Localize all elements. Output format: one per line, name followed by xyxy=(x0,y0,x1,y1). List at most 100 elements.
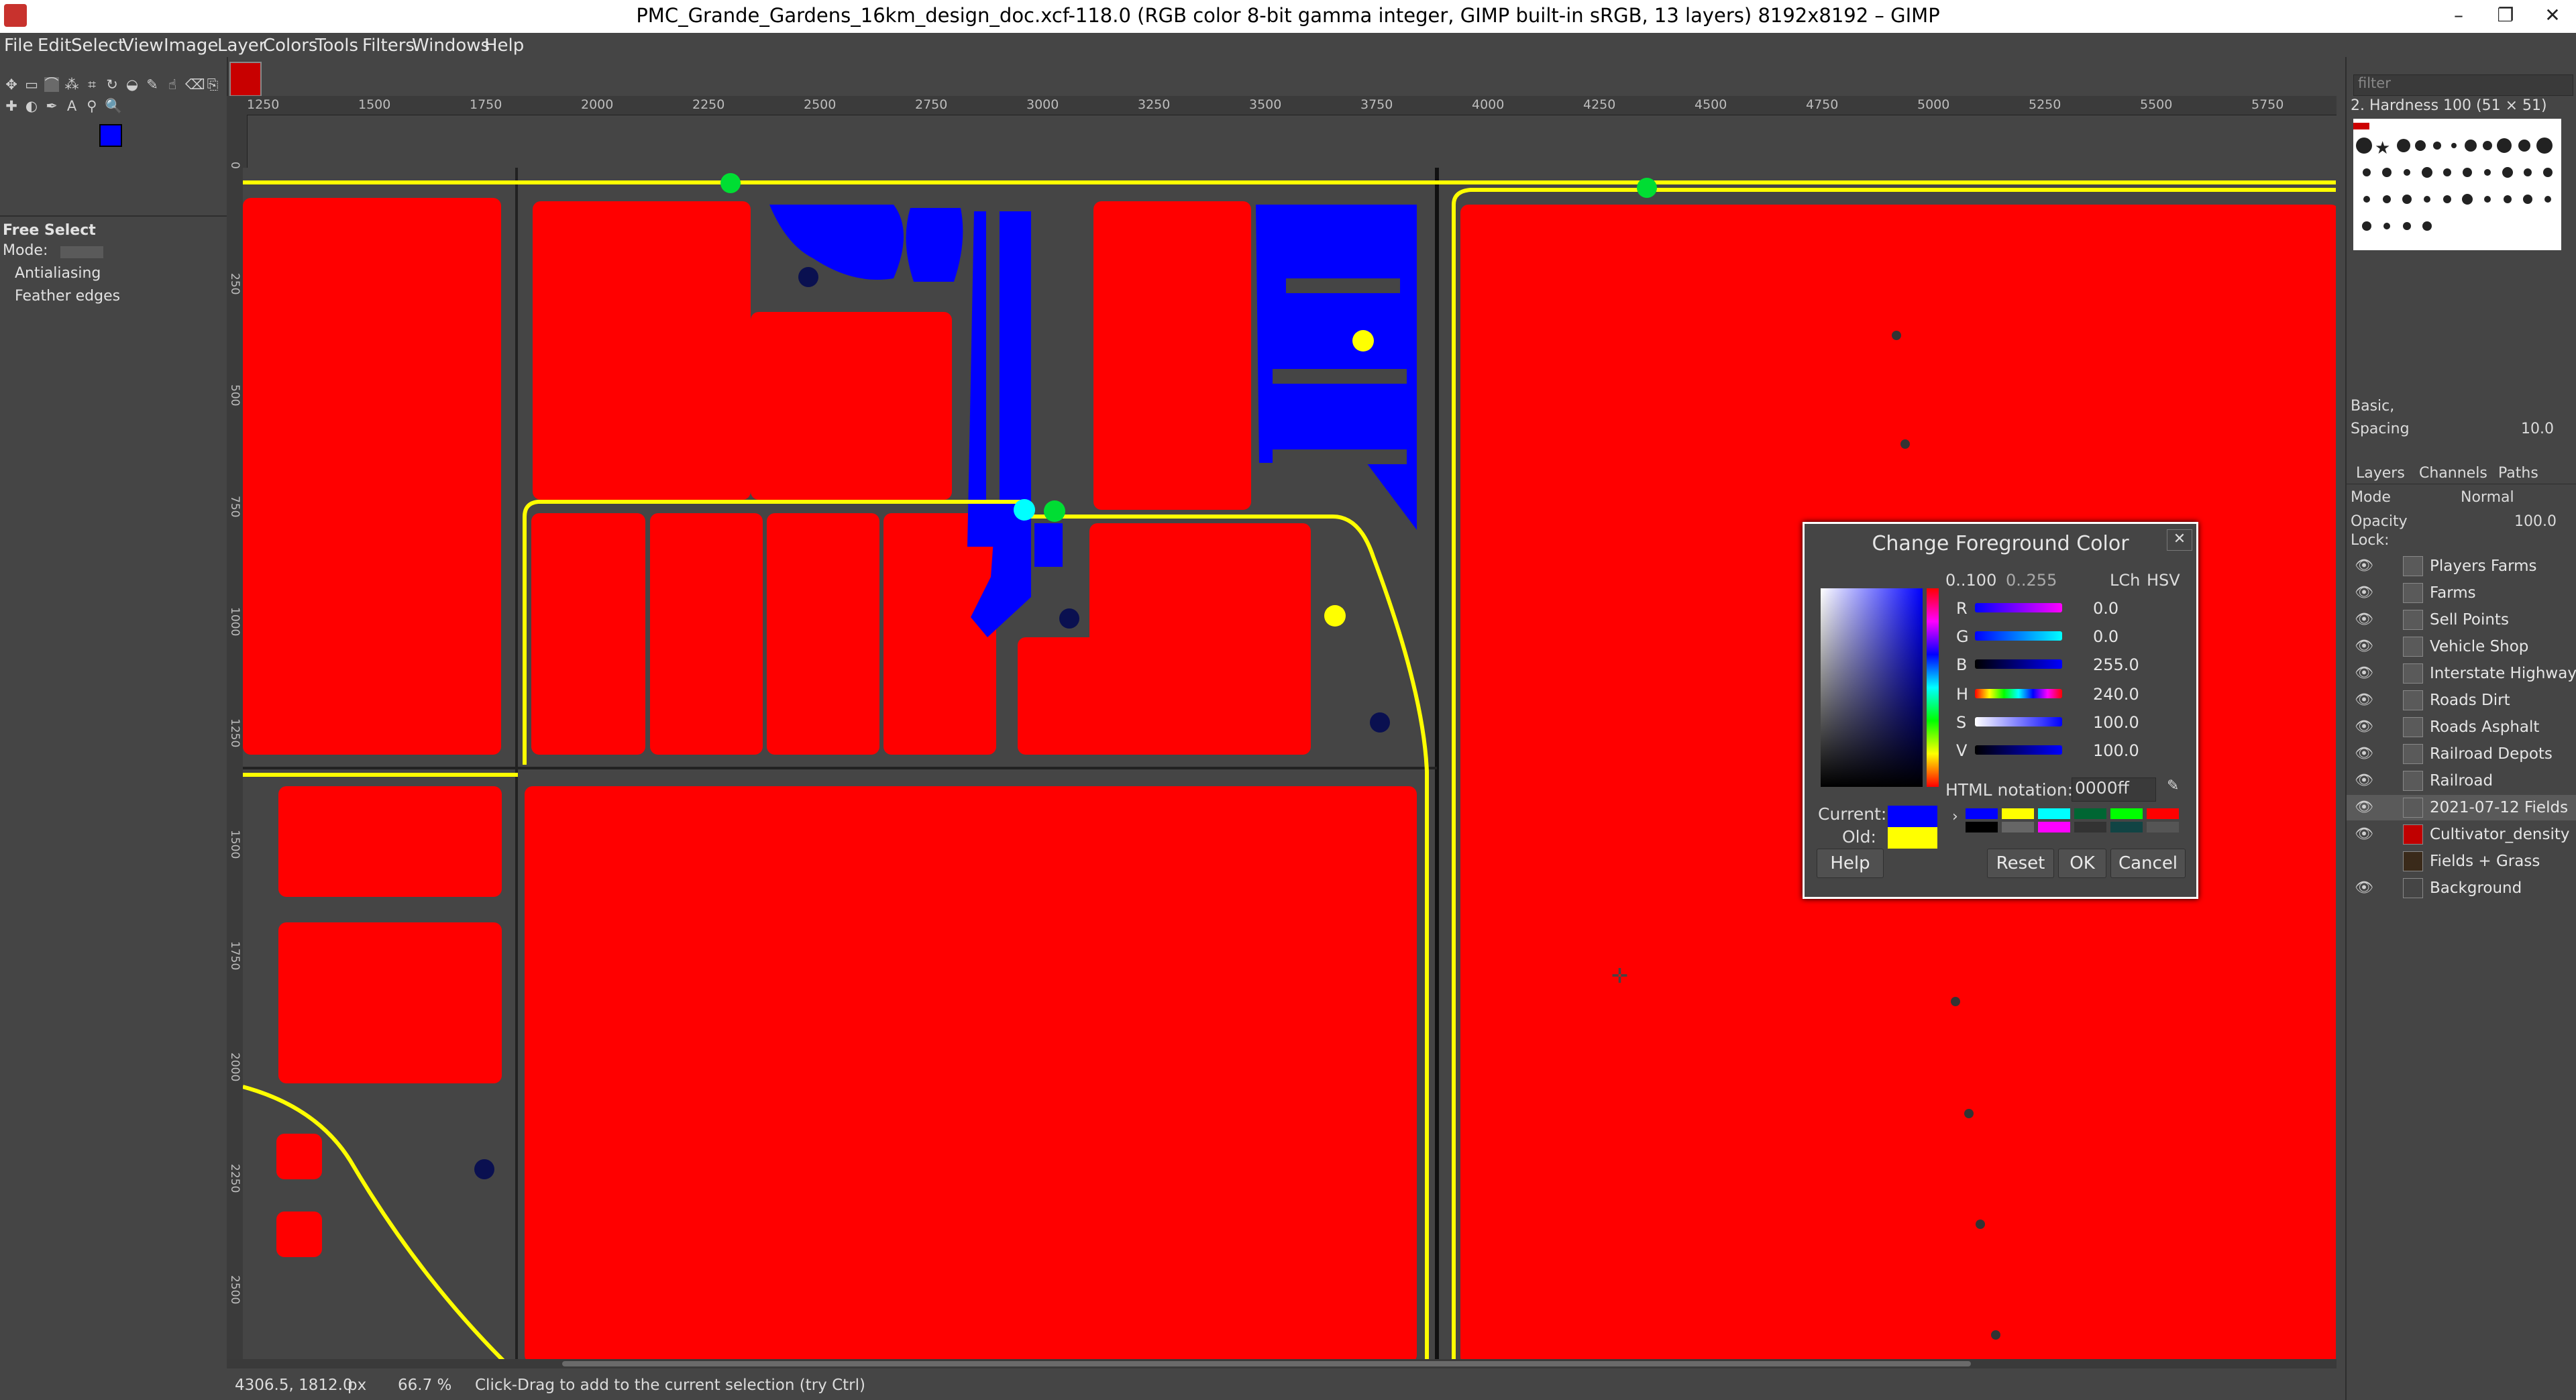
eye-icon[interactable]: 👁 xyxy=(2355,611,2373,628)
selection-mode-buttons[interactable] xyxy=(60,246,103,258)
image-tab-thumbnail[interactable] xyxy=(229,62,262,97)
minimize-button[interactable]: – xyxy=(2438,0,2479,33)
menu-colors[interactable]: Colors xyxy=(263,36,317,56)
history-swatch[interactable] xyxy=(2002,808,2034,819)
tab-channels[interactable]: Channels xyxy=(2419,465,2487,482)
channel-h-slider[interactable] xyxy=(1975,689,2062,698)
layer-row[interactable]: 👁 Roads Dirt xyxy=(2347,688,2576,713)
menu-edit[interactable]: Edit xyxy=(38,36,71,56)
color-picker-icon[interactable]: ⚲ xyxy=(85,99,99,113)
eye-icon[interactable]: 👁 xyxy=(2355,665,2373,682)
fuzzy-select-icon[interactable]: ⁂ xyxy=(64,77,79,92)
feather-edges-checkbox[interactable]: Feather edges xyxy=(15,288,120,305)
cancel-button[interactable]: Cancel xyxy=(2110,849,2186,878)
channel-v-slider[interactable] xyxy=(1975,745,2062,755)
hue-strip[interactable] xyxy=(1927,588,1939,787)
eye-icon[interactable]: 👁 xyxy=(2355,557,2373,574)
layer-row[interactable]: Fields + Grass xyxy=(2347,849,2576,874)
path-icon[interactable]: ✒ xyxy=(44,99,59,113)
lch-button[interactable]: LCh xyxy=(2110,571,2140,590)
history-swatch[interactable] xyxy=(1966,822,1998,832)
dodge-icon[interactable]: ◐ xyxy=(24,99,39,113)
help-button[interactable]: Help xyxy=(1817,849,1884,878)
history-swatch[interactable] xyxy=(2147,808,2179,819)
menu-file[interactable]: File xyxy=(4,36,34,56)
history-swatch[interactable] xyxy=(2002,822,2034,832)
brush-grid[interactable]: ★ xyxy=(2353,119,2561,250)
color-saturation-area[interactable] xyxy=(1821,588,1923,787)
eyedropper-icon[interactable]: ✎ xyxy=(2167,777,2179,794)
channel-v-value[interactable]: 100.0 xyxy=(2093,741,2139,760)
eye-icon[interactable]: 👁 xyxy=(2355,745,2373,762)
zoom-icon[interactable]: 🔍 xyxy=(105,99,122,113)
layer-row[interactable]: 👁 Interstate Highway xyxy=(2347,661,2576,686)
bucket-fill-icon[interactable]: ◒ xyxy=(125,77,140,92)
menu-tools[interactable]: Tools xyxy=(315,36,358,56)
menu-help[interactable]: Help xyxy=(484,36,524,56)
layer-row[interactable]: 👁 Farms xyxy=(2347,580,2576,606)
layer-row-active[interactable]: 👁 2021-07-12 Fields xyxy=(2347,795,2576,820)
eye-icon[interactable]: 👁 xyxy=(2355,799,2373,816)
rect-select-icon[interactable]: ▭ xyxy=(24,77,39,92)
channel-b-slider[interactable] xyxy=(1975,659,2062,669)
menu-layer[interactable]: Layer xyxy=(217,36,266,56)
channel-h-value[interactable]: 240.0 xyxy=(2093,685,2139,704)
channel-s-value[interactable]: 100.0 xyxy=(2093,713,2139,732)
channel-r-value[interactable]: 0.0 xyxy=(2093,599,2118,618)
eye-icon[interactable]: 👁 xyxy=(2355,879,2373,896)
foreground-color-swatch[interactable] xyxy=(99,124,122,147)
brush-filter-input[interactable]: filter xyxy=(2353,74,2573,96)
history-swatch[interactable] xyxy=(2074,808,2106,819)
heal-icon[interactable]: ✚ xyxy=(4,99,19,113)
range-255-button[interactable]: 0..255 xyxy=(2006,571,2057,590)
paint-icon[interactable]: ✎ xyxy=(145,77,160,92)
hsv-button[interactable]: HSV xyxy=(2147,571,2180,590)
eye-icon[interactable]: 👁 xyxy=(2355,718,2373,735)
history-swatch[interactable] xyxy=(2110,808,2143,819)
antialiasing-checkbox[interactable]: Antialiasing xyxy=(15,265,101,282)
menu-filters[interactable]: Filters xyxy=(362,36,415,56)
smudge-icon[interactable]: ☝ xyxy=(165,77,180,92)
channel-s-slider[interactable] xyxy=(1975,717,2062,726)
tab-paths[interactable]: Paths xyxy=(2498,465,2538,482)
layer-row[interactable]: 👁 Background xyxy=(2347,875,2576,901)
channel-r-slider[interactable] xyxy=(1975,603,2062,612)
layer-row[interactable]: 👁 Players Farms xyxy=(2347,553,2576,579)
brush-preset[interactable]: Basic, xyxy=(2351,398,2394,415)
menu-windows[interactable]: Windows xyxy=(412,36,490,56)
channel-g-slider[interactable] xyxy=(1975,631,2062,641)
clone-icon[interactable]: ⎘ xyxy=(205,77,220,92)
history-swatch[interactable] xyxy=(2038,808,2070,819)
layer-row[interactable]: 👁 Railroad Depots xyxy=(2347,741,2576,767)
history-swatch[interactable] xyxy=(2074,822,2106,832)
layer-row[interactable]: 👁 Cultivator_density xyxy=(2347,822,2576,847)
free-select-icon[interactable]: ⌒ xyxy=(44,77,59,92)
history-arrow-icon[interactable]: › xyxy=(1952,808,1958,825)
warp-icon[interactable]: ↻ xyxy=(105,77,119,92)
horizontal-scrollbar[interactable] xyxy=(227,1359,2337,1368)
history-swatch[interactable] xyxy=(2110,822,2143,832)
channel-b-value[interactable]: 255.0 xyxy=(2093,655,2139,674)
unit-selector[interactable]: px xyxy=(347,1377,366,1394)
eye-icon[interactable]: 👁 xyxy=(2355,826,2373,843)
layer-row[interactable]: 👁 Vehicle Shop xyxy=(2347,634,2576,659)
layer-row[interactable]: 👁 Sell Points xyxy=(2347,607,2576,633)
dialog-close-icon[interactable]: ✕ xyxy=(2167,529,2192,551)
history-swatch[interactable] xyxy=(2147,822,2179,832)
spacing-value[interactable]: 10.0 xyxy=(2521,421,2554,437)
tab-layers[interactable]: Layers xyxy=(2356,465,2405,482)
layer-row[interactable]: 👁 Railroad xyxy=(2347,768,2576,794)
layer-row[interactable]: 👁 Roads Asphalt xyxy=(2347,714,2576,740)
layer-mode-select[interactable]: Normal xyxy=(2461,489,2514,506)
ok-button[interactable]: OK xyxy=(2058,849,2106,878)
channel-g-value[interactable]: 0.0 xyxy=(2093,627,2118,646)
history-swatch[interactable] xyxy=(1966,808,1998,819)
move-tool-icon[interactable]: ✥ xyxy=(4,77,19,92)
menu-image[interactable]: Image xyxy=(164,36,218,56)
text-tool-icon[interactable]: A xyxy=(64,99,79,113)
eye-icon[interactable]: 👁 xyxy=(2355,638,2373,655)
crop-icon[interactable]: ⌗ xyxy=(85,77,99,92)
eye-icon[interactable]: 👁 xyxy=(2355,692,2373,708)
eye-icon[interactable]: 👁 xyxy=(2355,772,2373,789)
reset-button[interactable]: Reset xyxy=(1987,849,2054,878)
